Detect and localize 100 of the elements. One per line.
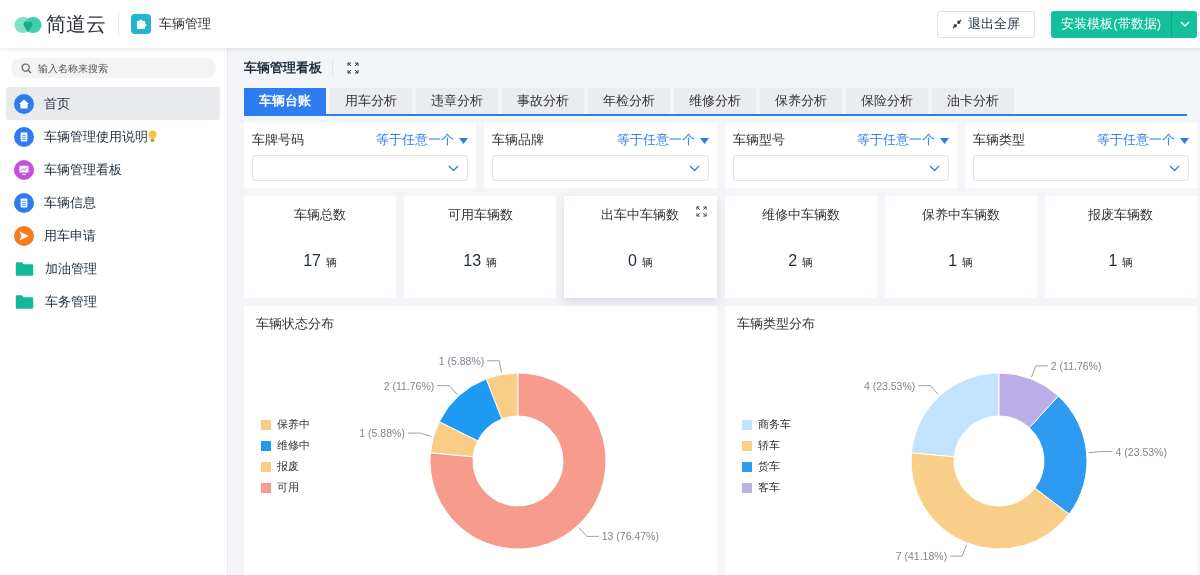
select-field[interactable] <box>732 155 949 181</box>
stat-label: 出车中车辆数 <box>601 206 680 224</box>
sidebar-item[interactable]: 用车申请 <box>6 219 220 252</box>
data-label: 2 (11.76%) <box>1050 359 1101 372</box>
search-field[interactable]: 输入名称来搜索 <box>11 58 216 78</box>
send-icon <box>14 225 34 246</box>
leader-line <box>917 385 939 395</box>
dashboard-title: 车辆管理看板 <box>244 59 333 77</box>
sidebar-item[interactable]: 加油管理 <box>6 252 220 285</box>
sidebar-label: 加油管理 <box>45 259 97 278</box>
caret-down-icon <box>1180 137 1189 144</box>
search-icon <box>21 62 32 74</box>
select-field[interactable] <box>252 155 469 181</box>
home-icon <box>14 93 34 114</box>
stat-unit: 辆 <box>962 255 974 270</box>
folder-icon <box>15 293 34 310</box>
leader-line <box>1030 365 1048 378</box>
stat-value: 17 <box>303 252 321 270</box>
leader-line <box>949 544 967 557</box>
stat-label: 车辆总数 <box>294 206 347 224</box>
sidebar-item[interactable]: 首页 <box>6 87 220 120</box>
stat-unit: 辆 <box>486 255 498 270</box>
search-input[interactable]: 输入名称来搜索 <box>38 62 188 74</box>
document-icon <box>14 126 34 147</box>
caret-down-icon <box>699 137 709 144</box>
folder-icon <box>15 260 34 277</box>
data-label: 1 (5.88%) <box>438 354 485 367</box>
legend-label: 可用 <box>277 481 299 495</box>
legend-label: 保养中 <box>277 418 310 432</box>
data-label: 4 (23.53%) <box>1115 445 1167 458</box>
leader-line <box>436 385 458 395</box>
tab[interactable]: 保险分析 <box>846 88 928 114</box>
operator-dropdown[interactable]: 等于任意一个 <box>1097 132 1189 149</box>
chart-title: 车辆类型分布 <box>736 316 816 333</box>
stat-unit: 辆 <box>641 255 653 270</box>
chevron-down-icon <box>1169 164 1180 172</box>
operator-dropdown[interactable]: 等于任意一个 <box>856 132 949 149</box>
fullscreen-icon[interactable] <box>695 206 707 217</box>
sidebar-label: 车辆管理看板 <box>44 160 122 179</box>
tab[interactable]: 维修分析 <box>674 88 756 114</box>
legend-label: 货车 <box>757 460 780 474</box>
sidebar-label: 车务管理 <box>45 292 97 311</box>
tab[interactable]: 年检分析 <box>588 88 670 114</box>
select-field[interactable] <box>492 155 709 181</box>
legend-label: 轿车 <box>757 439 780 453</box>
data-label: 7 (41.18%) <box>895 550 947 563</box>
sidebar-item[interactable]: 车辆信息 <box>6 186 220 219</box>
select-field[interactable] <box>972 155 1189 181</box>
tab[interactable]: 用车分析 <box>330 88 412 114</box>
caret-down-icon <box>459 137 469 144</box>
leader-line <box>486 360 502 374</box>
leader-line <box>1087 451 1113 454</box>
operator-dropdown[interactable]: 等于任意一个 <box>376 132 469 149</box>
tab[interactable]: 事故分析 <box>502 88 584 114</box>
data-label: 13 (76.47%) <box>601 530 659 543</box>
filter-label: 车辆型号 <box>732 132 785 149</box>
stat-unit: 辆 <box>325 255 337 270</box>
collapse-arrows-icon <box>952 19 963 29</box>
legend-label: 报废 <box>277 460 299 474</box>
legend-label: 商务车 <box>757 418 791 432</box>
stat-label: 报废车辆数 <box>1088 206 1154 224</box>
filter-label: 车辆类型 <box>972 132 1025 149</box>
chevron-down-icon <box>928 164 940 172</box>
data-label: 4 (23.53%) <box>863 379 915 392</box>
document-icon <box>14 192 34 213</box>
data-label: 1 (5.88%) <box>359 427 405 440</box>
chevron-down-icon <box>1179 21 1190 27</box>
dropdown-button[interactable] <box>1171 10 1197 38</box>
chevron-down-icon <box>688 164 700 172</box>
data-label: 2 (11.76%) <box>383 379 435 392</box>
tab[interactable]: 保养分析 <box>760 88 842 114</box>
stat-label: 维修中车辆数 <box>761 206 840 224</box>
monitor-chart-icon <box>14 159 34 180</box>
operator-dropdown[interactable]: 等于任意一个 <box>616 132 709 149</box>
stat-unit: 辆 <box>802 255 814 270</box>
logo-icon <box>14 14 42 34</box>
sidebar-item[interactable]: 车辆管理使用说明 <box>6 120 220 153</box>
tab[interactable]: 油卡分析 <box>932 88 1014 114</box>
fullscreen-icon[interactable] <box>347 62 359 74</box>
legend-label: 客车 <box>757 481 780 495</box>
sidebar-label: 车辆管理使用说明 <box>44 127 148 146</box>
caret-down-icon <box>939 137 949 144</box>
tab[interactable]: 车辆台账 <box>244 88 326 114</box>
sidebar-label: 车辆信息 <box>44 193 96 212</box>
stat-label: 可用车辆数 <box>447 206 513 224</box>
tab[interactable]: 违章分析 <box>416 88 498 114</box>
exit-fullscreen-button[interactable]: 退出全屏 <box>937 10 1036 38</box>
stat-label: 保养中车辆数 <box>921 206 1000 224</box>
stat-value: 1 <box>1108 252 1118 270</box>
stat-value: 1 <box>948 252 958 270</box>
stat-value: 2 <box>788 252 798 270</box>
sidebar-label: 首页 <box>44 94 70 113</box>
app-name: 车辆管理 <box>159 15 211 33</box>
filter-label: 车牌号码 <box>252 132 304 149</box>
stat-value: 0 <box>627 252 637 270</box>
brand-name: 简道云 <box>46 11 106 37</box>
sidebar-item[interactable]: 车务管理 <box>6 285 220 318</box>
sidebar-item[interactable]: 车辆管理看板 <box>6 153 220 186</box>
legend-label: 维修中 <box>277 439 310 453</box>
stat-unit: 辆 <box>1122 255 1134 270</box>
